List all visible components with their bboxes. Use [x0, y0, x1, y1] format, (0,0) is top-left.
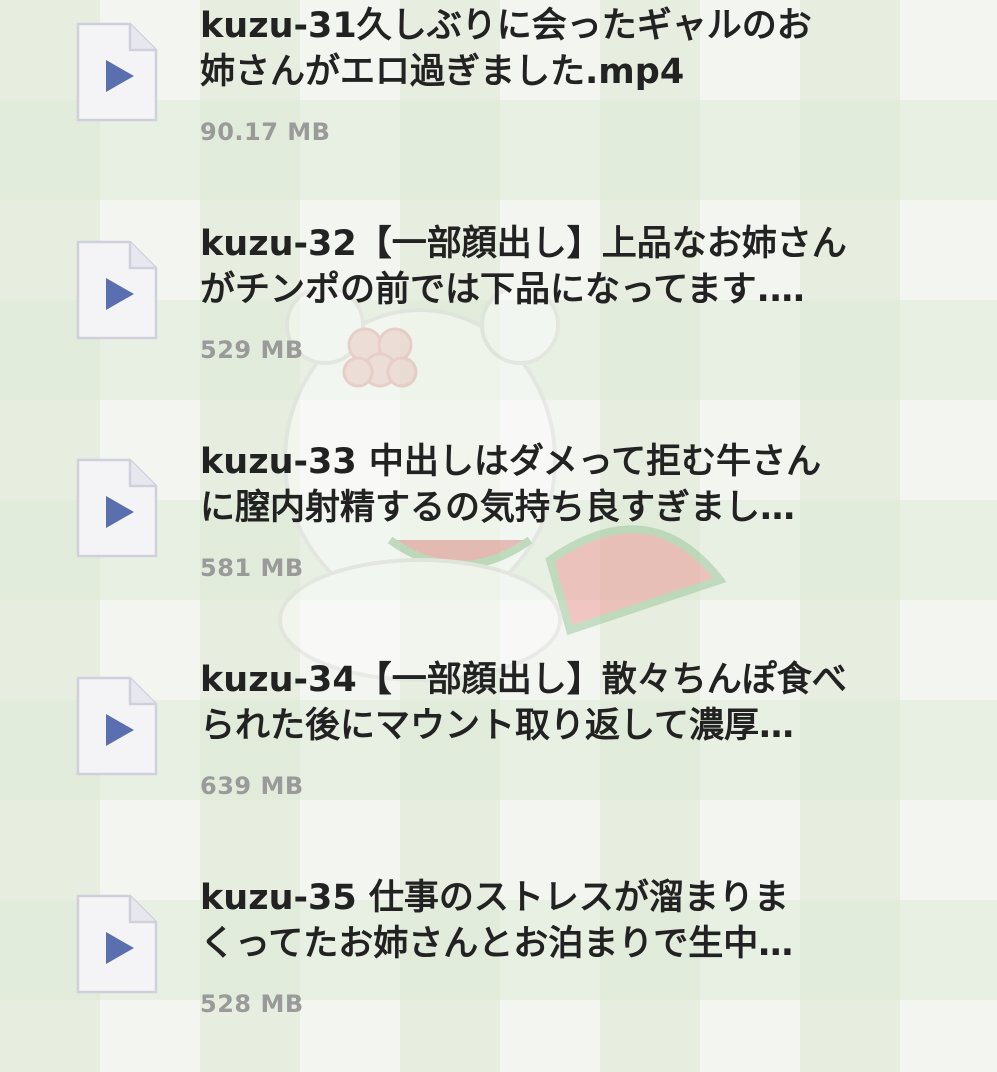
file-size: 529 MB	[200, 336, 304, 364]
file-item[interactable]: kuzu-31久しぶりに会ったギャルのお 姉さんがエロ過ぎました.mp4 90.…	[0, 0, 997, 200]
play-file-icon	[76, 676, 158, 776]
file-name: kuzu-31久しぶりに会ったギャルのお 姉さんがエロ過ぎました.mp4	[200, 6, 812, 92]
file-item[interactable]: kuzu-34【一部顔出し】散々ちんぽ食べ られた後にマウント取り返して濃厚… …	[0, 654, 997, 854]
play-file-icon	[76, 894, 158, 994]
play-file-icon	[76, 240, 158, 340]
play-file-icon	[76, 458, 158, 558]
play-file-icon	[76, 22, 158, 122]
file-item[interactable]: kuzu-35 仕事のストレスが溜まりま くってたお姉さんとお泊まりで生中… 5…	[0, 872, 997, 1072]
file-item[interactable]: kuzu-32【一部顔出し】上品なお姉さん がチンポの前では下品になってます.……	[0, 218, 997, 418]
file-size: 528 MB	[200, 990, 304, 1018]
file-size: 581 MB	[200, 554, 304, 582]
file-size: 90.17 MB	[200, 118, 331, 146]
file-name: kuzu-32【一部顔出し】上品なお姉さん がチンポの前では下品になってます.…	[200, 224, 847, 310]
file-name: kuzu-35 仕事のストレスが溜まりま くってたお姉さんとお泊まりで生中…	[200, 878, 794, 964]
file-item[interactable]: kuzu-33 中出しはダメって拒む牛さん に膣内射精するの気持ち良すぎまし… …	[0, 436, 997, 636]
file-name: kuzu-33 中出しはダメって拒む牛さん に膣内射精するの気持ち良すぎまし…	[200, 442, 822, 528]
file-size: 639 MB	[200, 772, 304, 800]
file-name: kuzu-34【一部顔出し】散々ちんぽ食べ られた後にマウント取り返して濃厚…	[200, 660, 847, 746]
